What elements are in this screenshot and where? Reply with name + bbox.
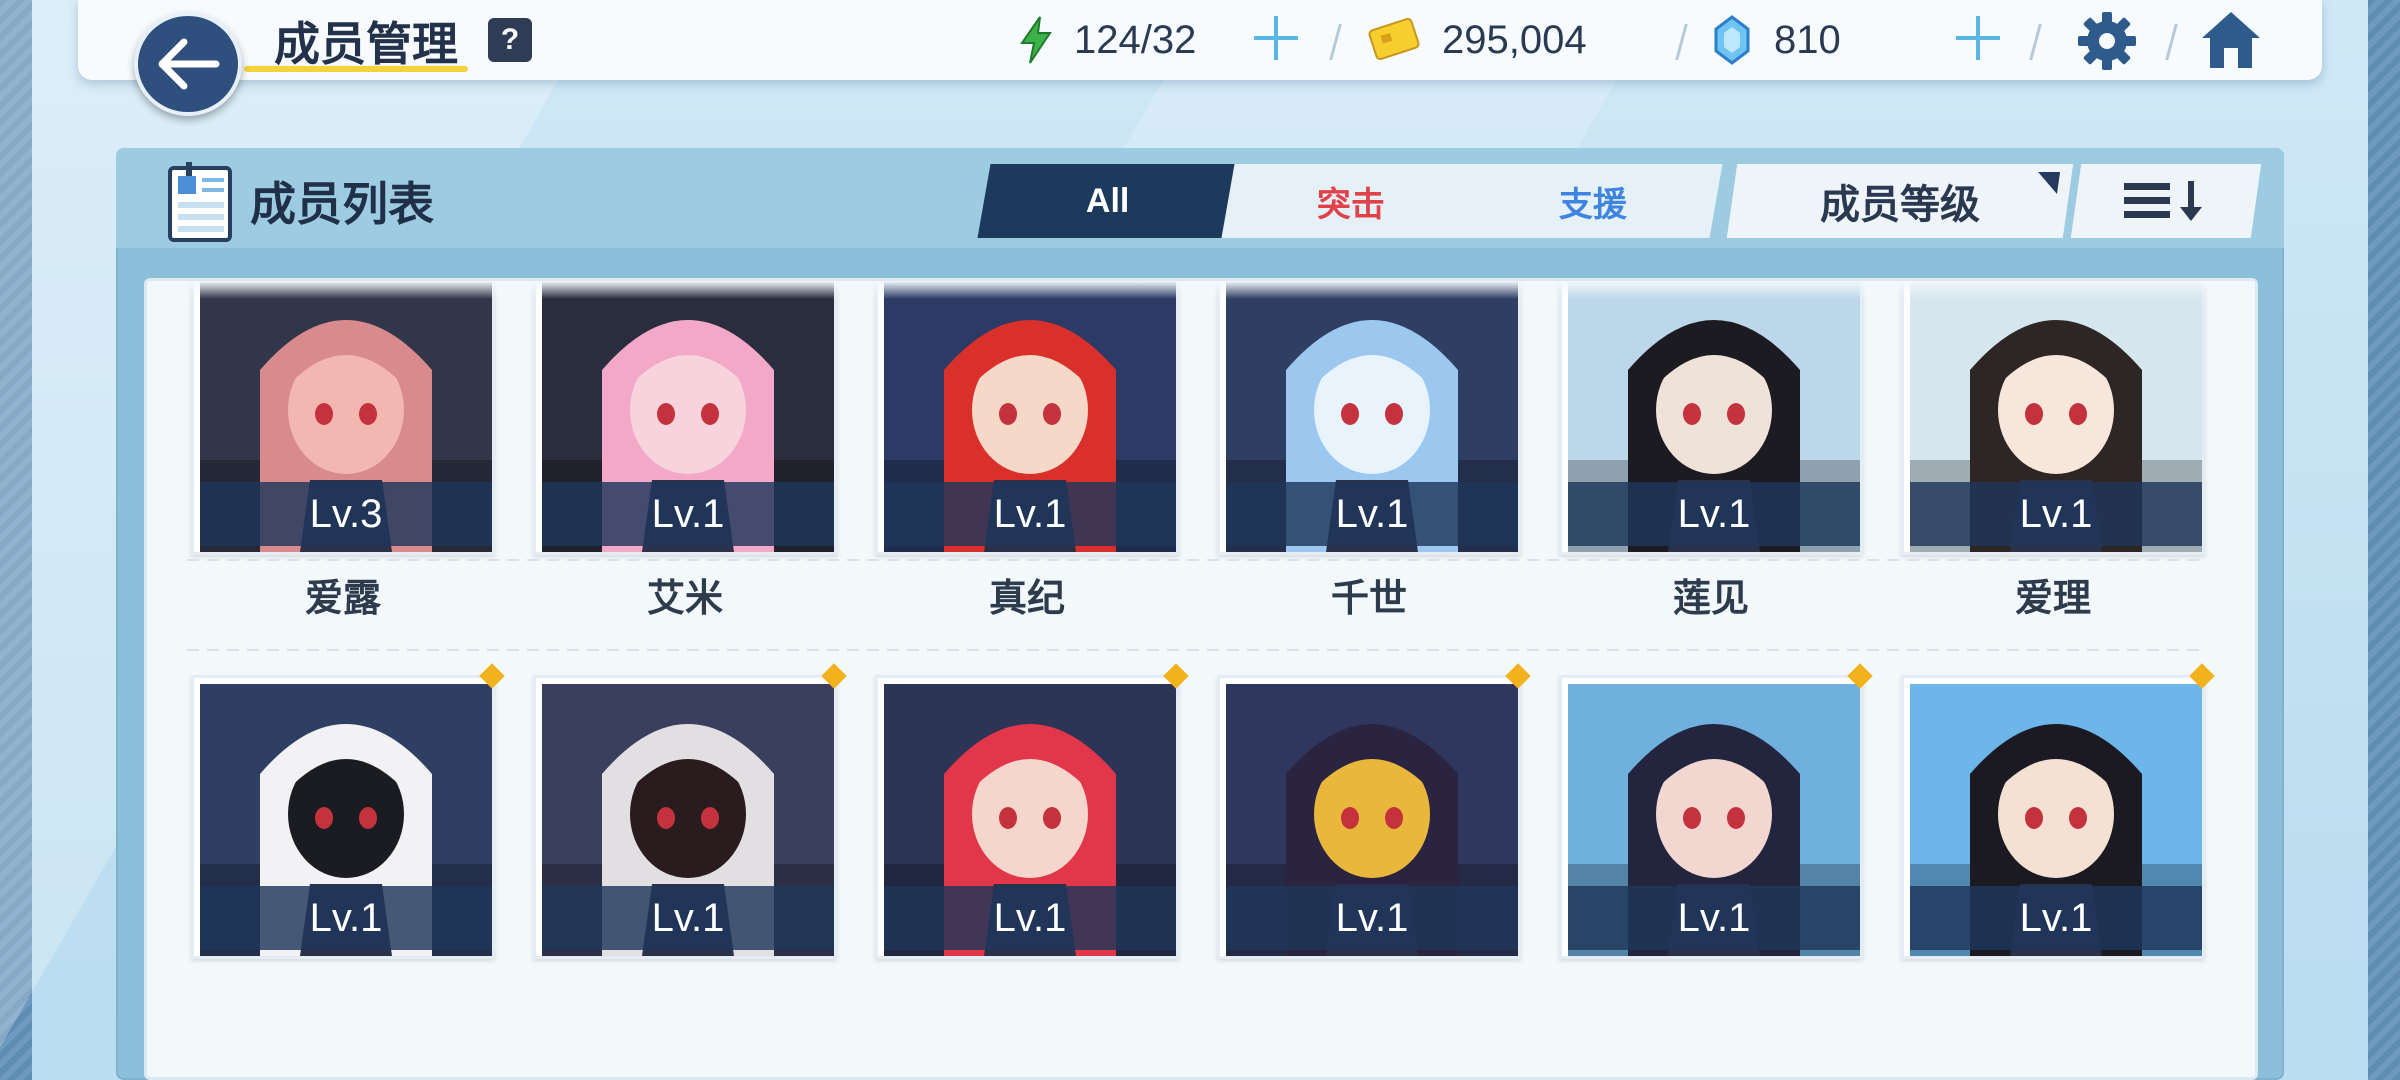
gem-icon bbox=[1714, 15, 1750, 65]
member-name: 千世 bbox=[1330, 578, 1407, 620]
add-gems-button[interactable] bbox=[1952, 12, 2004, 64]
tab-label: 突击 bbox=[1317, 185, 1385, 224]
arrow-left-icon bbox=[158, 38, 220, 90]
row-divider bbox=[187, 559, 2207, 561]
member-name: 莲见 bbox=[1672, 578, 1749, 620]
member-list-panel: 成员列表 All 突击 支援 成员等级 Lv.3 爱露 Lv.1 艾米 Lv.1… bbox=[116, 148, 2284, 1080]
level-label: Lv.1 bbox=[542, 886, 834, 950]
dropdown-corner-icon bbox=[2034, 172, 2061, 194]
sort-order-button[interactable] bbox=[2070, 164, 2262, 238]
tab-label: 支援 bbox=[1559, 185, 1627, 224]
member-card[interactable]: Lv.1 bbox=[1559, 281, 1863, 555]
home-button[interactable] bbox=[2198, 8, 2264, 77]
credits-display: 295,004 bbox=[1368, 14, 1587, 66]
level-label: Lv.1 bbox=[1568, 886, 1860, 950]
member-card[interactable]: Lv.1 bbox=[1901, 281, 2205, 555]
sort-label: 成员等级 bbox=[1820, 183, 1980, 227]
left-border-stripe bbox=[0, 0, 32, 1080]
member-card[interactable]: Lv.1 bbox=[875, 281, 1179, 555]
member-card[interactable]: Lv.1 bbox=[191, 675, 495, 959]
member-list-icon bbox=[168, 162, 232, 242]
member-name: 真纪 bbox=[988, 578, 1065, 620]
title-underline bbox=[244, 66, 468, 72]
level-label: Lv.1 bbox=[1910, 482, 2202, 546]
gems-display: 810 bbox=[1712, 14, 1841, 66]
member-card[interactable]: Lv.1 bbox=[1217, 281, 1521, 555]
help-button[interactable]: ? bbox=[488, 18, 532, 62]
level-label: Lv.1 bbox=[1226, 886, 1518, 950]
right-border-stripe bbox=[2368, 0, 2400, 1080]
tab-support[interactable]: 支援 bbox=[1463, 164, 1723, 238]
stamina-value: 124/32 bbox=[1074, 17, 1197, 62]
tab-label: All bbox=[1086, 181, 1130, 220]
settings-button[interactable] bbox=[2076, 10, 2138, 77]
back-button[interactable] bbox=[134, 12, 242, 116]
member-name: 爱理 bbox=[2014, 578, 2091, 620]
scroll-fade bbox=[147, 281, 2255, 299]
sort-dropdown[interactable]: 成员等级 bbox=[1726, 164, 2074, 238]
tab-all[interactable]: All bbox=[977, 164, 1239, 238]
tab-strike[interactable]: 突击 bbox=[1221, 164, 1481, 238]
lightning-icon bbox=[1020, 16, 1052, 64]
home-icon bbox=[2202, 12, 2260, 68]
member-card[interactable]: Lv.1 bbox=[533, 675, 837, 959]
level-label: Lv.3 bbox=[200, 482, 492, 546]
panel-title: 成员列表 bbox=[250, 178, 434, 230]
row-divider bbox=[187, 649, 2207, 651]
gems-value: 810 bbox=[1774, 17, 1841, 62]
member-card[interactable]: Lv.1 bbox=[1559, 675, 1863, 959]
member-name: 爱露 bbox=[304, 578, 381, 620]
level-label: Lv.1 bbox=[542, 482, 834, 546]
member-name: 艾米 bbox=[646, 578, 723, 620]
level-label: Lv.1 bbox=[884, 482, 1176, 546]
member-card[interactable]: Lv.3 bbox=[191, 281, 495, 555]
level-label: Lv.1 bbox=[1568, 482, 1860, 546]
member-card[interactable]: Lv.1 bbox=[1217, 675, 1521, 959]
level-label: Lv.1 bbox=[1226, 482, 1518, 546]
credit-card-icon bbox=[1368, 18, 1420, 61]
member-card[interactable]: Lv.1 bbox=[875, 675, 1179, 959]
stamina-display: 124/32 bbox=[1018, 14, 1196, 66]
level-label: Lv.1 bbox=[884, 886, 1176, 950]
gear-icon bbox=[2078, 12, 2136, 70]
member-grid: Lv.3 爱露 Lv.1 艾米 Lv.1 真纪 Lv.1 千世 Lv.1 莲见 … bbox=[144, 278, 2258, 1080]
sort-descending-icon bbox=[2124, 181, 2202, 221]
credits-value: 295,004 bbox=[1442, 17, 1587, 62]
level-label: Lv.1 bbox=[1910, 886, 2202, 950]
member-card[interactable]: Lv.1 bbox=[1901, 675, 2205, 959]
add-stamina-button[interactable] bbox=[1250, 12, 1302, 64]
member-card[interactable]: Lv.1 bbox=[533, 281, 837, 555]
level-label: Lv.1 bbox=[200, 886, 492, 950]
page-title: 成员管理 bbox=[274, 18, 458, 70]
